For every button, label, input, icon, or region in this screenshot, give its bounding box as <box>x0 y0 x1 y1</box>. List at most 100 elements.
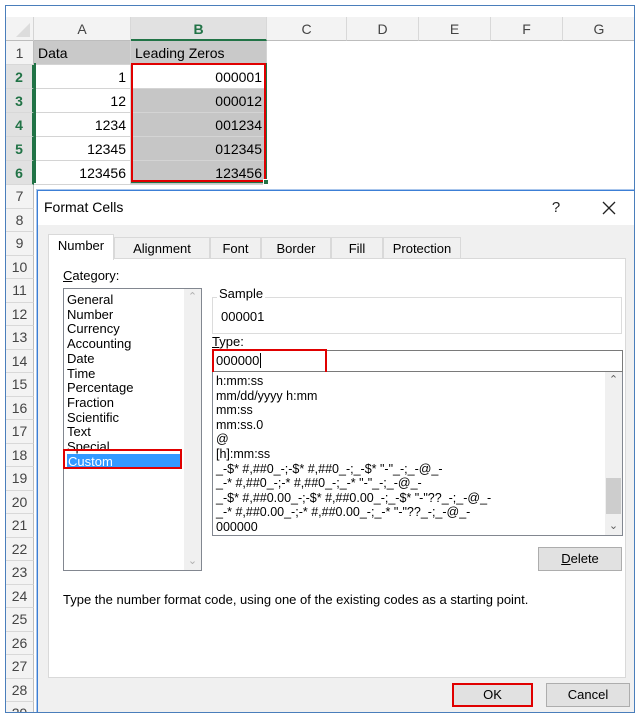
column-header-a[interactable]: A <box>34 17 131 41</box>
type-format-list[interactable]: ⌃ ⌄ h:mm:ss mm/dd/yyyy h:mm mm:ss mm:ss.0 @[… <box>212 372 623 536</box>
tab-alignment[interactable]: Alignment <box>114 237 210 259</box>
type-list-item[interactable]: mm/dd/yyyy h:mm <box>216 389 317 404</box>
type-list-item[interactable]: h:mm:ss <box>216 374 263 389</box>
dialog-title: Format Cells <box>44 199 124 215</box>
row-header-13[interactable]: 13 <box>6 326 34 350</box>
sample-label: Sample <box>217 286 266 301</box>
column-header-c[interactable]: C <box>267 17 347 41</box>
row-header-27[interactable]: 27 <box>6 655 34 679</box>
column-header-g[interactable]: G <box>563 17 634 41</box>
cell-b4[interactable]: 001234 <box>131 113 267 137</box>
tab-fill[interactable]: Fill <box>331 237 383 259</box>
row-header-20[interactable]: 20 <box>6 490 34 514</box>
row-header-26[interactable]: 26 <box>6 631 34 655</box>
scroll-down-icon[interactable]: ⌄ <box>184 553 201 570</box>
category-item-text[interactable]: Text <box>67 424 91 439</box>
cell-a6[interactable]: 123456 <box>34 161 131 185</box>
cell-b2[interactable]: 000001 <box>131 65 267 89</box>
type-list-item[interactable]: _-$* #,##0.00_-;-$* #,##0.00_-;_-$* "-"?… <box>216 491 491 506</box>
category-item-scientific[interactable]: Scientific <box>67 410 119 425</box>
delete-button[interactable]: Delete <box>538 547 622 571</box>
cell-a2[interactable]: 1 <box>34 65 131 89</box>
row-header-21[interactable]: 21 <box>6 514 34 538</box>
column-header-d[interactable]: D <box>347 17 419 41</box>
row-header-24[interactable]: 24 <box>6 584 34 608</box>
column-header-b[interactable]: B <box>131 17 267 41</box>
row-header-15[interactable]: 15 <box>6 373 34 397</box>
row-header-9[interactable]: 9 <box>6 232 34 256</box>
category-item-percentage[interactable]: Percentage <box>67 380 134 395</box>
cell-a5[interactable]: 12345 <box>34 137 131 161</box>
cell-b5[interactable]: 012345 <box>131 137 267 161</box>
category-item-accounting[interactable]: Accounting <box>67 336 131 351</box>
type-list-item[interactable]: _-* #,##0_-;-* #,##0_-;_-* "-"_-;_-@_- <box>216 476 422 491</box>
category-item-custom[interactable]: Custom <box>67 453 182 469</box>
tab-protection[interactable]: Protection <box>383 237 461 259</box>
cell-a3[interactable]: 12 <box>34 89 131 113</box>
category-item-general[interactable]: General <box>67 292 113 307</box>
row-header-1[interactable]: 1 <box>6 41 34 65</box>
cell-a4[interactable]: 1234 <box>34 113 131 137</box>
category-item-date[interactable]: Date <box>67 351 94 366</box>
category-item-time[interactable]: Time <box>67 366 95 381</box>
row-header-10[interactable]: 10 <box>6 255 34 279</box>
scroll-down-icon[interactable]: ⌄ <box>605 518 622 535</box>
ok-button[interactable]: OK <box>452 683 533 707</box>
type-list-item[interactable]: _-* #,##0.00_-;-* #,##0.00_-;_-* "-"??_-… <box>216 505 470 520</box>
row-header-28[interactable]: 28 <box>6 678 34 702</box>
row-header-22[interactable]: 22 <box>6 537 34 561</box>
row-header-8[interactable]: 8 <box>6 208 34 232</box>
scroll-up-icon[interactable]: ⌃ <box>605 372 622 389</box>
row-header-25[interactable]: 25 <box>6 608 34 632</box>
row-header-17[interactable]: 17 <box>6 420 34 444</box>
row-header-2[interactable]: 2 <box>6 65 34 89</box>
row-header-3[interactable]: 3 <box>6 89 34 113</box>
tab-font[interactable]: Font <box>210 237 261 259</box>
sample-group <box>212 297 622 334</box>
column-header-e[interactable]: E <box>419 17 491 41</box>
row-header-6[interactable]: 6 <box>6 161 34 185</box>
row-header-12[interactable]: 12 <box>6 302 34 326</box>
column-header-f[interactable]: F <box>491 17 563 41</box>
type-list-item[interactable]: _-$* #,##0_-;-$* #,##0_-;_-$* "-"_-;_-@_… <box>216 462 443 477</box>
help-button[interactable]: ? <box>543 195 569 221</box>
type-list-item[interactable]: [h]:mm:ss <box>216 447 270 462</box>
type-list-item[interactable]: mm:ss.0 <box>216 418 263 433</box>
select-all-button[interactable] <box>6 17 34 41</box>
cancel-button[interactable]: Cancel <box>546 683 630 707</box>
selection-edge <box>34 63 36 183</box>
scrollbar-thumb[interactable] <box>606 478 621 514</box>
category-label: Category: <box>63 268 120 283</box>
type-list-scrollbar[interactable]: ⌃ ⌄ <box>605 372 622 535</box>
tab-border[interactable]: Border <box>261 237 331 259</box>
category-scrollbar[interactable]: ⌃ ⌄ <box>184 289 201 570</box>
type-list-item[interactable]: mm:ss <box>216 403 253 418</box>
category-item-special[interactable]: Special <box>67 439 110 454</box>
category-list[interactable]: ⌃ ⌄ General Number Currency Accounting Date T… <box>63 288 202 571</box>
row-header-23[interactable]: 23 <box>6 561 34 585</box>
type-input[interactable]: 000000 <box>212 350 623 372</box>
cell-b6[interactable]: 123456 <box>131 161 267 185</box>
close-button[interactable] <box>594 195 624 221</box>
fill-handle[interactable] <box>263 179 269 185</box>
type-list-item[interactable]: @ <box>216 432 229 447</box>
row-header-14[interactable]: 14 <box>6 349 34 373</box>
row-header-5[interactable]: 5 <box>6 137 34 161</box>
scroll-up-icon[interactable]: ⌃ <box>184 289 201 306</box>
number-tab-panel: Category: ⌃ ⌄ General Number Currency Accou… <box>48 258 626 678</box>
cell-b1[interactable]: Leading Zeros <box>131 41 267 65</box>
row-header-11[interactable]: 11 <box>6 279 34 303</box>
type-list-item[interactable]: 000000 <box>216 520 258 535</box>
row-header-18[interactable]: 18 <box>6 443 34 467</box>
category-item-currency[interactable]: Currency <box>67 321 120 336</box>
row-header-19[interactable]: 19 <box>6 467 34 491</box>
row-header-4[interactable]: 4 <box>6 113 34 137</box>
row-header-29[interactable]: 29 <box>6 702 34 712</box>
row-header-16[interactable]: 16 <box>6 396 34 420</box>
cell-a1[interactable]: Data <box>34 41 131 65</box>
tab-number[interactable]: Number <box>48 234 114 260</box>
row-header-7[interactable]: 7 <box>6 185 34 209</box>
category-item-fraction[interactable]: Fraction <box>67 395 114 410</box>
category-item-number[interactable]: Number <box>67 307 113 322</box>
cell-b3[interactable]: 000012 <box>131 89 267 113</box>
